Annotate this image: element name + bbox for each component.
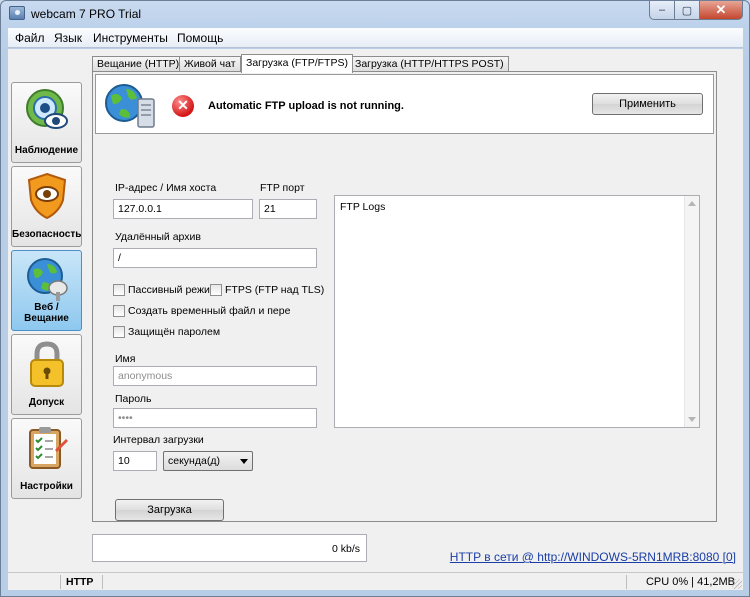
error-icon: ✕ [172, 95, 194, 117]
sidebar-item-label: Безопасность [12, 229, 82, 240]
menu-help[interactable]: Помощь [177, 31, 223, 45]
upload-interval-input[interactable]: 10 [113, 451, 157, 471]
host-label: IP-адрес / Имя хоста [115, 182, 217, 194]
username-label: Имя [115, 353, 136, 365]
remote-archive-label: Удалённый архив [115, 231, 201, 243]
scroll-up-arrow-icon[interactable] [688, 201, 696, 206]
password-protect-label: Защищён паролем [128, 326, 221, 338]
minimize-button[interactable]: – [649, 1, 675, 20]
transfer-speed-box: 0 kb/s [92, 534, 367, 562]
webcam-app-icon [9, 6, 25, 20]
status-bar: HTTP CPU 0% | 41,2MB [8, 572, 743, 590]
tab-live-chat[interactable]: Живой чат [179, 56, 241, 72]
sidebar-item-label: Веб / Вещание [24, 302, 69, 324]
tab-upload-http-post[interactable]: Загрузка (HTTP/HTTPS POST) [350, 56, 509, 72]
password-label: Пароль [115, 393, 152, 405]
close-button[interactable]: ✕ [700, 1, 743, 20]
globe-server-icon [105, 84, 155, 128]
padlock-icon [30, 341, 64, 387]
ftp-upload-panel: ✕ Automatic FTP upload is not running. П… [92, 71, 717, 522]
chevron-down-icon [240, 459, 248, 464]
sidebar-item-label: Допуск [28, 397, 65, 408]
port-input[interactable]: 21 [259, 199, 317, 219]
window-title: webcam 7 PRO Trial [31, 7, 142, 21]
remote-archive-input[interactable]: / [113, 248, 317, 268]
menu-tools[interactable]: Инструменты [93, 31, 168, 45]
sidebar-item-label: Наблюдение [14, 145, 79, 156]
menu-file[interactable]: Файл [15, 31, 45, 45]
clipboard-settings-icon [29, 427, 68, 469]
upload-button[interactable]: Загрузка [115, 499, 224, 521]
cpu-usage: CPU 0% | 41,2MB [645, 576, 735, 588]
globe-satellite-icon [27, 258, 68, 301]
ftp-status-box: ✕ Automatic FTP upload is not running. П… [95, 74, 714, 134]
log-scrollbar[interactable] [684, 196, 699, 427]
apply-button[interactable]: Применить [592, 93, 703, 115]
tab-broadcast-http[interactable]: Вещание (HTTP) [92, 56, 185, 72]
ftps-label: FTPS (FTP над TLS) [225, 284, 325, 296]
temp-file-label: Создать временный файл и пере [128, 305, 291, 317]
checkbox-box[interactable] [113, 284, 125, 296]
resize-grip-icon[interactable] [732, 579, 742, 589]
password-protect-checkbox[interactable]: Защищён паролем [113, 326, 220, 338]
status-separator [102, 575, 103, 589]
sidebar-item-surveillance[interactable]: Наблюдение [11, 82, 82, 163]
webcam-eye-icon [26, 89, 68, 129]
username-input[interactable]: anonymous [113, 366, 317, 386]
http-server-link[interactable]: HTTP в сети @ http://WINDOWS-5RN1MRB:808… [450, 550, 736, 564]
temp-file-checkbox[interactable]: Создать временный файл и пере [113, 305, 290, 317]
status-separator [626, 575, 627, 589]
status-mode: HTTP [66, 576, 94, 588]
passive-mode-checkbox[interactable]: Пассивный режи [113, 284, 210, 296]
client-area: Наблюдение Безопасность Веб / Вещание До… [8, 49, 743, 590]
sidebar-item-security[interactable]: Безопасность [11, 166, 82, 247]
host-input[interactable]: 127.0.0.1 [113, 199, 253, 219]
checkbox-box[interactable] [113, 305, 125, 317]
sidebar-item-settings[interactable]: Настройки [11, 418, 82, 499]
port-label: FTP порт [260, 182, 305, 194]
ftps-checkbox[interactable]: FTPS (FTP над TLS) [210, 284, 324, 296]
ftp-log-box[interactable]: FTP Logs [334, 195, 700, 428]
window-controls: – ▢ ✕ [649, 1, 743, 20]
tab-upload-ftp[interactable]: Загрузка (FTP/FTPS) [241, 54, 353, 73]
app-window: webcam 7 PRO Trial – ▢ ✕ Файл Язык Инстр… [0, 0, 750, 597]
menu-language[interactable]: Язык [54, 31, 82, 45]
scroll-down-arrow-icon[interactable] [688, 417, 696, 422]
maximize-button[interactable]: ▢ [675, 1, 700, 20]
status-separator [60, 575, 61, 589]
passive-mode-label: Пассивный режи [128, 284, 210, 296]
title-bar: webcam 7 PRO Trial – ▢ ✕ [1, 1, 749, 28]
checkbox-box[interactable] [113, 326, 125, 338]
upload-interval-label: Интервал загрузки [113, 434, 204, 446]
interval-unit-value: секунда(д) [168, 455, 220, 467]
ftp-log-title: FTP Logs [340, 201, 386, 213]
interval-unit-select[interactable]: секунда(д) [163, 451, 253, 471]
shield-eye-icon [27, 172, 67, 220]
menu-bar: Файл Язык Инструменты Помощь [8, 28, 743, 48]
sidebar-item-web-broadcast[interactable]: Веб / Вещание [11, 250, 82, 331]
sidebar-item-label: Настройки [20, 481, 73, 492]
password-input[interactable]: •••• [113, 408, 317, 428]
checkbox-box[interactable] [210, 284, 222, 296]
sidebar-item-access[interactable]: Допуск [11, 334, 82, 415]
transfer-speed: 0 kb/s [331, 543, 360, 555]
ftp-status-text: Automatic FTP upload is not running. [208, 100, 404, 112]
